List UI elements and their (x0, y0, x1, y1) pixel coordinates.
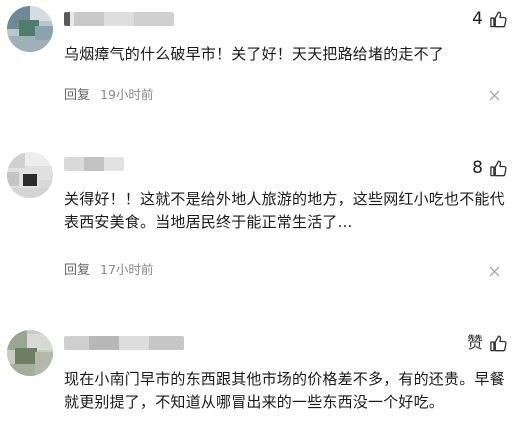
thumbs-up-icon (490, 335, 507, 351)
like-button[interactable]: 4 (472, 9, 508, 29)
comment-text: 现在小南门早市的东西跟其他市场的价格差不多，有的还贵。早餐就更别提了，不知道从哪… (64, 370, 505, 411)
comment-time: 17小时前 (100, 262, 154, 277)
avatar[interactable] (7, 6, 53, 52)
reply-button[interactable]: 回复 (64, 259, 90, 278)
comment-time: 19小时前 (100, 87, 154, 102)
like-button[interactable]: 8 (472, 158, 508, 178)
close-icon[interactable] (489, 266, 500, 277)
avatar[interactable] (7, 330, 53, 376)
like-count: 8 (472, 158, 483, 178)
thumbs-up-icon (490, 160, 507, 176)
reply-button[interactable]: 回复 (64, 84, 90, 103)
comment-text: 乌烟瘴气的什么破早市！关了好！天天把路给堵的走不了 (64, 45, 445, 63)
comment-text: 关得好！！这就不是给外地人旅游的地方，这些网红小吃也不能代表西安美食。当地居民终… (64, 190, 505, 231)
like-label: 赞 (466, 333, 483, 352)
username-blurred[interactable] (64, 336, 184, 350)
username-blurred[interactable] (64, 157, 124, 171)
close-icon[interactable] (489, 90, 500, 101)
like-count: 4 (472, 9, 483, 29)
thumbs-up-icon (490, 11, 507, 27)
avatar[interactable] (7, 152, 53, 198)
like-button[interactable]: 赞 (467, 333, 508, 353)
username-blurred[interactable] (64, 12, 174, 26)
